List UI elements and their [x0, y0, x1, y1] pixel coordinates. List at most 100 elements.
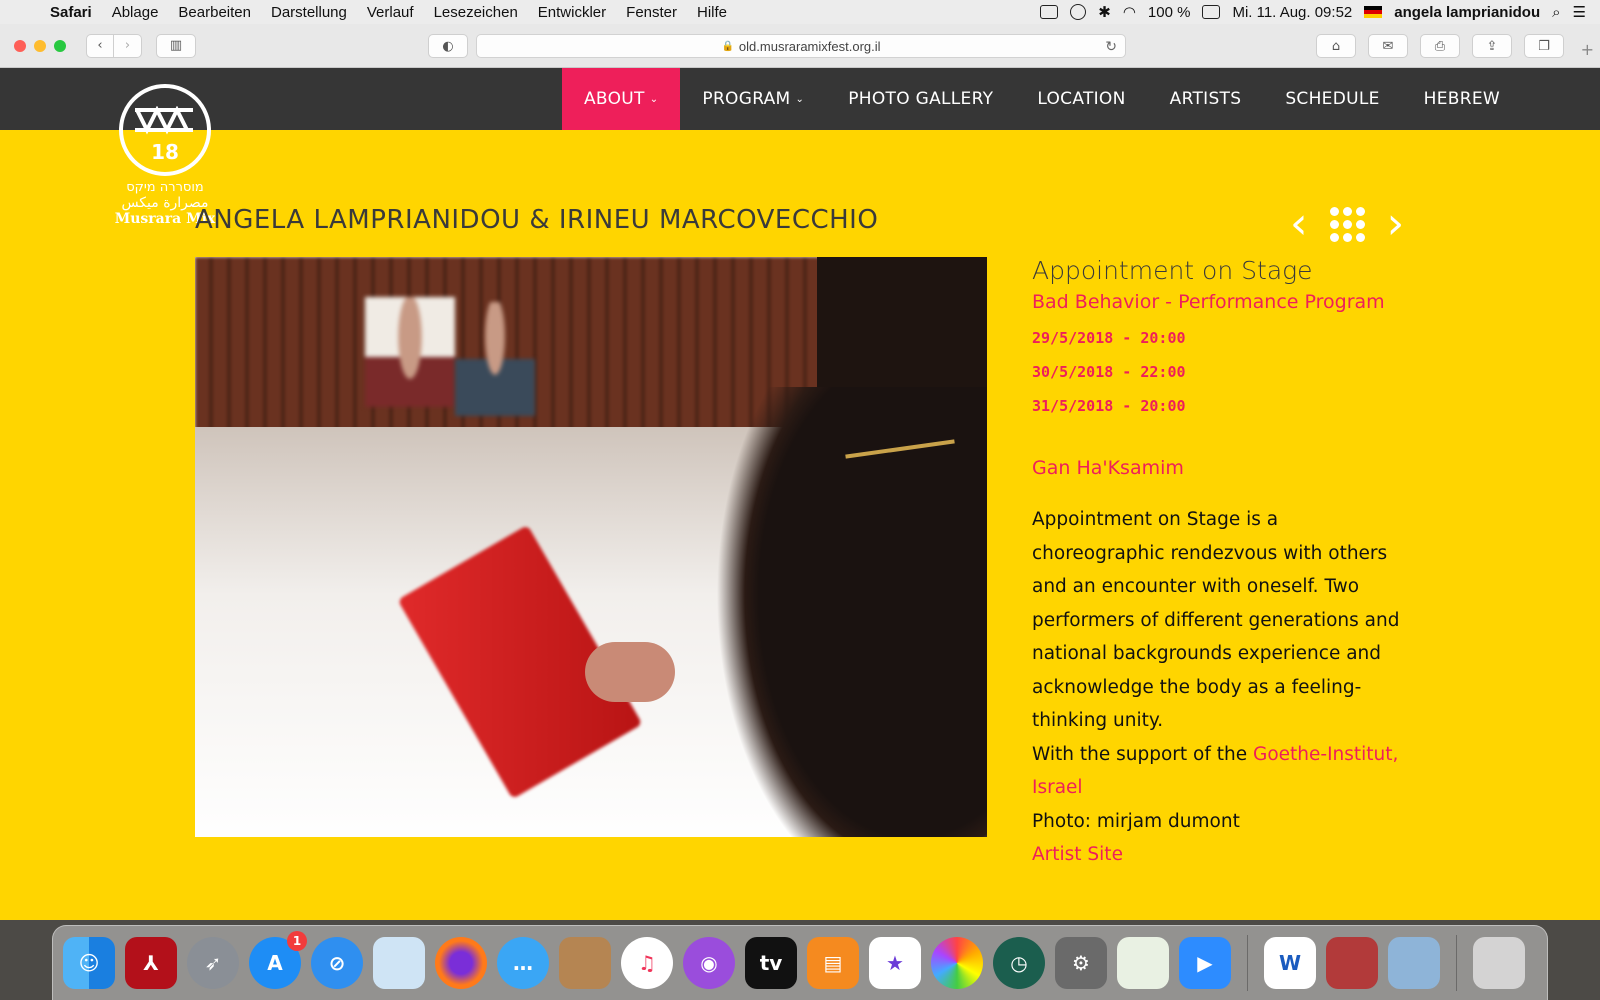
- chevron-down-icon: ⌄: [795, 93, 805, 105]
- clock[interactable]: Mi. 11. Aug. 09:52: [1232, 4, 1352, 21]
- minimize-window-button[interactable]: [34, 39, 46, 52]
- books-icon[interactable]: ▤: [807, 937, 859, 989]
- close-window-button[interactable]: [14, 39, 26, 52]
- spotlight-search-icon[interactable]: ⌕: [1552, 4, 1560, 21]
- acrobat-icon[interactable]: ⅄: [125, 937, 177, 989]
- menu-fenster[interactable]: Fenster: [616, 4, 687, 21]
- new-tab-icon[interactable]: +: [1581, 40, 1594, 59]
- safari-toolbar: ‹ › ▥ ◐ 🔒 old.musraramixfest.org.il ↻ ⌂ …: [0, 24, 1600, 68]
- podcasts-icon[interactable]: ◉: [683, 937, 735, 989]
- program-link[interactable]: Bad Behavior - Performance Program: [1032, 291, 1412, 313]
- main-nav: ABOUT ⌄ PROGRAM ⌄ PHOTO GALLERY LOCATION A…: [562, 68, 1522, 130]
- maps-icon[interactable]: [1117, 937, 1169, 989]
- contacts-icon[interactable]: [559, 937, 611, 989]
- messages-icon[interactable]: …: [497, 937, 549, 989]
- nav-location[interactable]: LOCATION: [1015, 68, 1147, 130]
- user-name[interactable]: angela lamprianidou: [1394, 4, 1540, 21]
- home-icon[interactable]: ⌂: [1316, 34, 1356, 58]
- share-icon[interactable]: ⇪: [1472, 34, 1512, 58]
- nav-about[interactable]: ABOUT ⌄: [562, 68, 681, 130]
- site-header: ABOUT ⌄ PROGRAM ⌄ PHOTO GALLERY LOCATION A…: [0, 68, 1600, 130]
- print-icon[interactable]: ⎙: [1420, 34, 1460, 58]
- preview-icon[interactable]: [1388, 937, 1440, 989]
- forward-button[interactable]: ›: [114, 33, 142, 58]
- menu-entwickler[interactable]: Entwickler: [528, 4, 616, 21]
- firefox-icon[interactable]: [435, 937, 487, 989]
- bluetooth-icon[interactable]: ✱: [1098, 3, 1111, 21]
- dock-separator: [1456, 935, 1457, 991]
- control-center-icon[interactable]: ☰: [1573, 3, 1586, 21]
- notification-badge: 1: [287, 931, 307, 951]
- chevron-down-icon: ⌄: [649, 93, 659, 105]
- nav-photo-gallery[interactable]: PHOTO GALLERY: [826, 68, 1015, 130]
- photo-booth-icon[interactable]: [1326, 937, 1378, 989]
- project-pager: ‹ ›: [1290, 202, 1404, 246]
- mail-app-icon[interactable]: [373, 937, 425, 989]
- next-project-arrow-icon[interactable]: ›: [1387, 202, 1405, 246]
- menu-verlauf[interactable]: Verlauf: [357, 4, 424, 21]
- event-info: Appointment on Stage Bad Behavior - Perf…: [1032, 256, 1412, 872]
- macos-menubar: Safari Ablage Bearbeiten Darstellung Ver…: [0, 0, 1600, 24]
- reload-icon[interactable]: ↻: [1105, 38, 1117, 55]
- time-machine-icon[interactable]: [1070, 4, 1087, 20]
- grid-overview-icon[interactable]: [1329, 206, 1365, 242]
- support-prefix: With the support of the: [1032, 743, 1253, 765]
- sidebar-toggle-icon[interactable]: ▥: [156, 33, 196, 58]
- imovie-icon[interactable]: ★: [869, 937, 921, 989]
- menu-ablage[interactable]: Ablage: [102, 4, 169, 21]
- mountains-icon: [135, 106, 193, 135]
- music-icon[interactable]: ♫: [621, 937, 673, 989]
- date-item: 30/5/2018 - 22:00: [1032, 363, 1186, 381]
- performance-photo: [195, 257, 987, 837]
- nav-schedule[interactable]: SCHEDULE: [1263, 68, 1401, 130]
- logo-emblem: 18: [119, 84, 211, 176]
- privacy-shield-icon[interactable]: ◐: [428, 34, 468, 58]
- menu-hilfe[interactable]: Hilfe: [687, 4, 737, 21]
- date-item: 29/5/2018 - 20:00: [1032, 329, 1186, 347]
- finder-icon[interactable]: ☺: [63, 937, 115, 989]
- nav-program[interactable]: PROGRAM ⌄: [680, 68, 826, 130]
- apple-tv-icon[interactable]: tv: [745, 937, 797, 989]
- macos-dock: ☺ ⅄ ➶ A1 ⊘ … ♫ ◉ tv ▤ ★ ◷ ⚙ ▶ W: [52, 925, 1548, 1000]
- system-preferences-icon[interactable]: ⚙: [1055, 937, 1107, 989]
- zoom-status-icon[interactable]: [1040, 5, 1059, 19]
- time-machine-app-icon[interactable]: ◷: [993, 937, 1045, 989]
- trash-icon[interactable]: [1473, 937, 1525, 989]
- german-flag-icon[interactable]: [1364, 6, 1383, 18]
- logo-year: 18: [151, 140, 179, 164]
- nav-artists[interactable]: ARTISTS: [1148, 68, 1264, 130]
- nav-hebrew[interactable]: HEBREW: [1402, 68, 1522, 130]
- battery-percent: 100 %: [1147, 3, 1191, 21]
- artist-site-link[interactable]: Artist Site: [1032, 844, 1123, 865]
- photo-credit: Photo: mirjam dumont: [1032, 810, 1240, 832]
- menu-bearbeiten[interactable]: Bearbeiten: [168, 4, 261, 21]
- page-title: ANGELA LAMPRIANIDOU & IRINEU MARCOVECCHI…: [195, 205, 879, 235]
- mail-icon[interactable]: ✉: [1368, 34, 1408, 58]
- show-title: Appointment on Stage: [1032, 256, 1313, 285]
- menu-app-name[interactable]: Safari: [40, 4, 102, 21]
- photos-icon[interactable]: [931, 937, 983, 989]
- safari-icon[interactable]: ⊘: [311, 937, 363, 989]
- prev-project-arrow-icon[interactable]: ‹: [1290, 202, 1308, 246]
- logo-hebrew: מוסררה מיקס: [126, 180, 204, 195]
- description: Appointment on Stage is a choreographic …: [1032, 503, 1412, 872]
- tabs-overview-icon[interactable]: ❐: [1524, 34, 1564, 58]
- app-store-icon[interactable]: A1: [249, 931, 307, 989]
- word-icon[interactable]: W: [1264, 937, 1316, 989]
- wifi-icon[interactable]: ◠: [1123, 3, 1136, 21]
- window-controls: [14, 39, 66, 52]
- lock-icon: 🔒: [721, 40, 734, 52]
- menu-lesezeichen[interactable]: Lesezeichen: [424, 4, 528, 21]
- battery-icon[interactable]: [1202, 5, 1221, 19]
- zoom-window-button[interactable]: [54, 39, 66, 52]
- date-item: 31/5/2018 - 20:00: [1032, 397, 1186, 415]
- venue-link[interactable]: Gan Ha'Ksamim: [1032, 457, 1412, 479]
- menu-darstellung[interactable]: Darstellung: [261, 4, 357, 21]
- launchpad-icon[interactable]: ➶: [187, 937, 239, 989]
- back-button[interactable]: ‹: [86, 33, 114, 58]
- url-text: old.musraramixfest.org.il: [738, 38, 881, 54]
- zoom-icon[interactable]: ▶: [1179, 937, 1231, 989]
- description-text: Appointment on Stage is a choreographic …: [1032, 509, 1400, 731]
- address-bar[interactable]: 🔒 old.musraramixfest.org.il ↻: [476, 34, 1126, 58]
- dock-separator: [1247, 935, 1248, 991]
